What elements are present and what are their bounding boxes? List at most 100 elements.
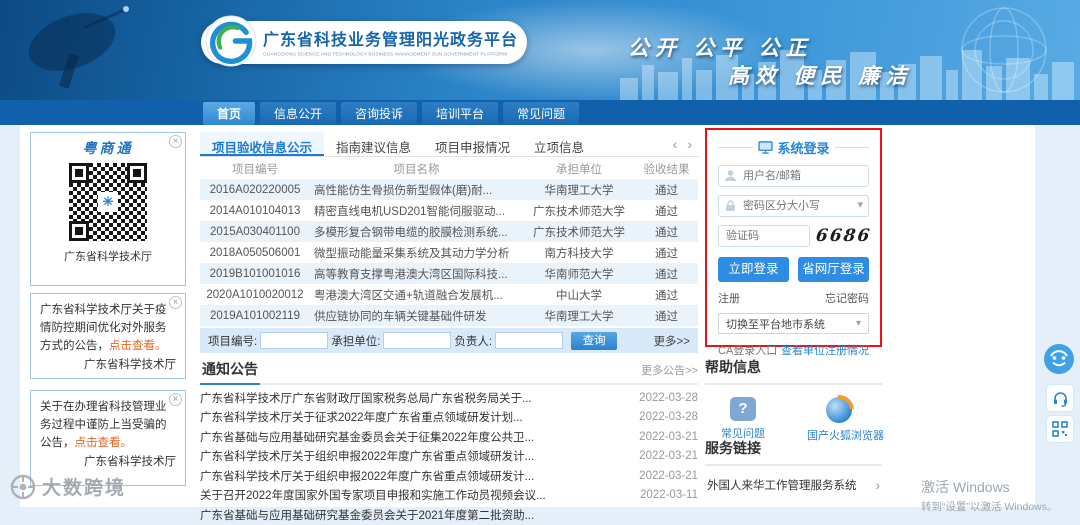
project-name: 供应链协同的车辆关键基础件研发 xyxy=(314,310,487,323)
pager-next-icon[interactable]: › xyxy=(687,136,692,152)
announcement-item[interactable]: 关于召开2022年度国家外国专家项目申报和实施工作动员视频会议... 2022-… xyxy=(200,486,698,506)
firefox-item[interactable]: 国产火狐浏览器 xyxy=(807,397,884,443)
service-link-label: 外国人来华工作管理服务系统 xyxy=(707,480,857,492)
project-name: 多模形复合钢带电缆的胶膜检测系统... xyxy=(314,226,508,239)
more-announcements-link[interactable]: 更多公告>> xyxy=(641,362,698,383)
announcement-item[interactable]: 广东省科学技术厅广东省财政厅国家税务总局广东省税务局关于... 2022-03-… xyxy=(200,388,698,408)
table-row[interactable]: 2019A101002119 供应链协同的车辆关键基础件研发 华南理工大学 通过 xyxy=(200,305,698,326)
table-row[interactable]: 2018A050506001 微型振动能量采集系统及其动力学分析 南方科技大学 … xyxy=(200,242,698,263)
firefox-icon xyxy=(826,397,852,423)
search-label-code: 项目编号: xyxy=(208,335,258,348)
nav-item-home[interactable]: 首页 xyxy=(203,102,256,125)
announcements-section: 通知公告 更多公告>> 广东省科学技术厅广东省财政厅国家税务总局广东省税务局关于… xyxy=(200,360,698,525)
captcha-image[interactable]: 6686 xyxy=(815,225,873,247)
close-icon[interactable]: × xyxy=(169,135,182,148)
username-input[interactable] xyxy=(718,165,869,187)
nav-item-consult-complaint[interactable]: 咨询投诉 xyxy=(341,102,418,125)
project-unit: 广东技术师范大学 xyxy=(533,226,625,239)
col-header-name: 项目名称 xyxy=(393,164,440,176)
password-input[interactable] xyxy=(718,195,869,217)
project-unit: 华南理工大学 xyxy=(544,310,614,323)
qr-center-logo: ✳ xyxy=(98,192,118,212)
watermark-logo-icon xyxy=(10,474,36,499)
qr-panel-title: 粤商通 xyxy=(82,140,134,156)
nav-item-training-platform[interactable]: 培训平台 xyxy=(422,102,499,125)
more-results-link[interactable]: 更多>> xyxy=(654,333,690,349)
project-code-input[interactable] xyxy=(260,332,329,349)
login-button[interactable]: 立即登录 xyxy=(718,257,789,282)
table-row[interactable]: 2019B101001016 高等教育支撑粤港澳大湾区国际科技... 华南师范大… xyxy=(200,263,698,284)
close-icon[interactable]: × xyxy=(169,296,182,309)
query-button[interactable]: 查询 xyxy=(571,331,618,350)
undertaking-unit-input[interactable] xyxy=(383,332,452,349)
satellite-dish-icon xyxy=(28,6,129,89)
unit-registration-link[interactable]: 查看单位注册情况 xyxy=(781,342,869,358)
pager-prev-icon[interactable]: ‹ xyxy=(673,136,678,152)
headset-icon xyxy=(1053,391,1067,407)
announcement-item[interactable]: 广东省科学技术厅关于组织申报2022年度广东省重点领域研发计... 2022-0… xyxy=(200,447,698,467)
password-caret-icon[interactable]: ▾ xyxy=(857,198,863,211)
project-name: 高性能仿生骨损伤新型假体(磨)耐... xyxy=(314,184,493,197)
help-section: 帮助信息 ? 常见问题 国产火狐浏览器 xyxy=(705,357,884,443)
select-caret-icon: ▾ xyxy=(855,318,861,329)
announcement-title: 广东省基础与应用基础研究基金委员会关于征集2022年度公共卫... xyxy=(200,431,535,444)
service-links-title: 服务链接 xyxy=(705,438,882,466)
table-row[interactable]: 2020A1010020012 粤港澳大湾区交通+轨道融合发展机... 中山大学… xyxy=(200,284,698,305)
announcement-date: 2022-03-28 xyxy=(639,391,698,404)
windows-activation-title: 激活 Windows xyxy=(921,479,1010,495)
hotline-button[interactable] xyxy=(1046,384,1074,412)
announcement-item[interactable]: 广东省基础与应用基础研究基金委员会关于2021年度第二批资助... xyxy=(200,505,698,525)
tab-acceptance-info[interactable]: 项目验收信息公示 xyxy=(200,132,325,156)
project-result: 通过 xyxy=(655,205,678,218)
faq-item[interactable]: ? 常见问题 xyxy=(711,397,775,443)
ca-login-link[interactable]: CA登录入口 xyxy=(718,342,777,358)
table-row[interactable]: 2014A010104013 精密直线电机USD201智能伺服驱动... 广东技… xyxy=(200,200,698,221)
table-row[interactable]: 2015A030401100 多模形复合钢带电缆的胶膜检测系统... 广东技术师… xyxy=(200,221,698,242)
announcement-title: 广东省科学技术厅关于组织申报2022年度广东省重点领域研发计... xyxy=(200,451,535,464)
project-code: 2014A010104013 xyxy=(209,204,301,217)
windows-activation-notice: 激活 Windows 转到“设置”以激活 Windows。 xyxy=(921,477,1058,514)
region-switch-select[interactable]: 切换至平台地市系统 ▾ xyxy=(718,313,869,334)
customer-service-button[interactable] xyxy=(1044,344,1074,374)
table-header: 项目编号 项目名称 承担单位 验收结果 xyxy=(200,159,698,179)
service-link-foreigner[interactable]: 外国人来华工作管理服务系统 › xyxy=(705,466,882,493)
table-row[interactable]: 2016A020220005 高性能仿生骨损伤新型假体(磨)耐... 华南理工大… xyxy=(200,179,698,200)
close-icon[interactable]: × xyxy=(169,393,182,406)
tab-project-approval[interactable]: 立项信息 xyxy=(522,132,596,156)
login-title: 系统登录 xyxy=(777,141,830,156)
platform-logo-icon xyxy=(205,15,257,67)
announcement-date: 2022-03-11 xyxy=(640,489,698,502)
tab-application-status[interactable]: 项目申报情况 xyxy=(423,132,522,156)
notice-signature: 广东省科学技术厅 xyxy=(84,359,176,372)
leader-input[interactable] xyxy=(495,332,564,349)
project-unit: 广东技术师范大学 xyxy=(533,205,625,218)
nav-item-faq[interactable]: 常见问题 xyxy=(503,102,580,125)
qr-code-panel: × 粤商通 ✳ 广东省科学技术厅 xyxy=(30,132,186,286)
project-unit: 南方科技大学 xyxy=(544,247,614,260)
project-result: 通过 xyxy=(655,289,678,302)
announcement-title: 关于召开2022年度国家外国专家项目申报和实施工作动员视频会议... xyxy=(200,490,546,503)
captcha-input[interactable] xyxy=(718,225,810,247)
project-name: 粤港澳大湾区交通+轨道融合发展机... xyxy=(314,289,503,302)
announcement-item[interactable]: 广东省科学技术厅关于组织申报2022年度广东省重点领域研发计... 2022-0… xyxy=(200,466,698,486)
watermark: 大数跨境 xyxy=(10,473,126,500)
announcement-date: 2022-03-21 xyxy=(639,430,698,443)
project-code: 2018A050506001 xyxy=(209,246,301,259)
announcement-item[interactable]: 广东省科学技术厅关于征求2022年度广东省重点领域研发计划... 2022-03… xyxy=(200,408,698,428)
notice-view-link[interactable]: 点击查看。 xyxy=(75,437,133,449)
platform-subtitle: GUANGDONG SCIENCE AND TECHNOLOGY BUSINES… xyxy=(263,51,507,57)
project-result: 通过 xyxy=(655,268,678,281)
qr-float-button[interactable] xyxy=(1046,415,1074,443)
login-panel: 系统登录 ▾ 6686 立即登录 省网厅登录 注册 忘记密码 切换至平台地市系统… xyxy=(705,128,882,357)
announcement-title: 广东省科学技术厅广东省财政厅国家税务总局广东省税务局关于... xyxy=(200,392,532,405)
notice-view-link[interactable]: 点击查看。 xyxy=(109,340,167,352)
search-label-unit: 承担单位: xyxy=(331,335,381,348)
forgot-password-link[interactable]: 忘记密码 xyxy=(825,290,869,306)
qr-code-image: ✳ xyxy=(65,159,151,245)
nav-item-info-disclosure[interactable]: 信息公开 xyxy=(260,102,337,125)
announcement-item[interactable]: 广东省基础与应用基础研究基金委员会关于征集2022年度公共卫... 2022-0… xyxy=(200,427,698,447)
header-banner: 广东省科技业务管理阳光政务平台 GUANGDONG SCIENCE AND TE… xyxy=(0,0,1080,100)
gov-hall-login-button[interactable]: 省网厅登录 xyxy=(798,257,869,282)
register-link[interactable]: 注册 xyxy=(718,290,740,306)
tab-guide-suggestion[interactable]: 指南建议信息 xyxy=(324,132,423,156)
